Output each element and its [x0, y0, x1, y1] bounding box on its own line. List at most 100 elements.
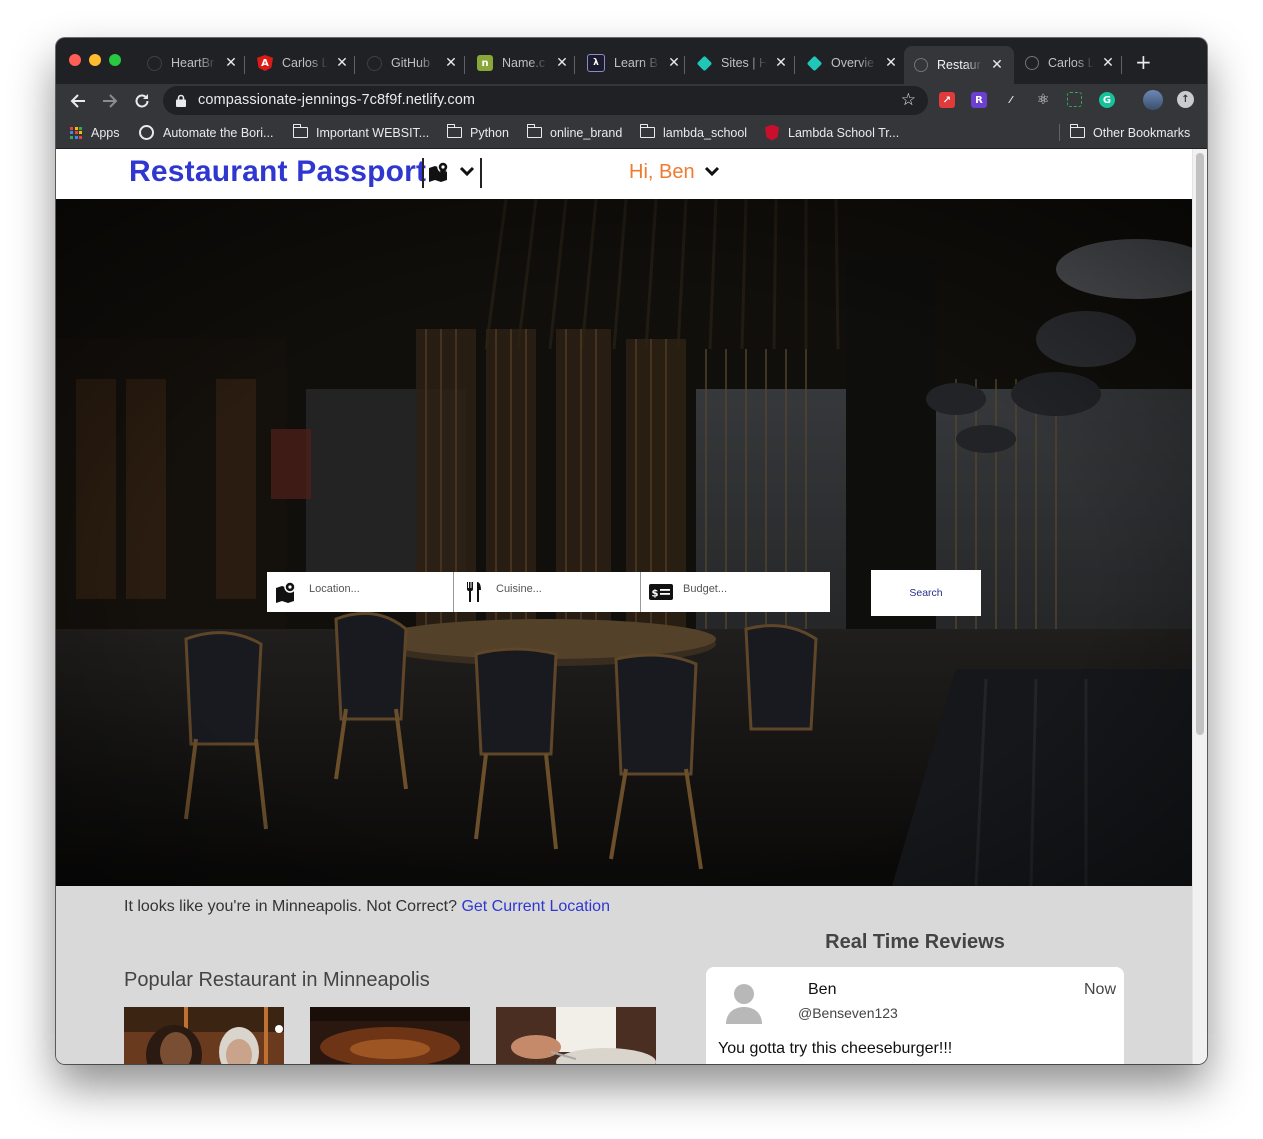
chevron-down-icon[interactable]	[704, 166, 720, 177]
tab-separator	[244, 56, 245, 74]
cuisine-field[interactable]	[454, 572, 641, 612]
folder-icon	[526, 124, 542, 138]
reload-icon[interactable]	[133, 92, 151, 110]
tab-separator	[354, 56, 355, 74]
review-card: Ben @Benseven123 Now You gotta try this …	[706, 967, 1124, 1064]
location-input[interactable]	[309, 583, 444, 595]
address-bar[interactable]: compassionate-jennings-7c8f9f.netlify.co…	[163, 86, 928, 115]
review-time: Now	[1083, 981, 1116, 998]
tab[interactable]: Overvie ✕	[799, 48, 901, 78]
reviewer-handle: @Benseven123	[798, 1005, 898, 1021]
location-field[interactable]	[267, 572, 454, 612]
folder-icon	[1069, 124, 1085, 138]
close-tab-icon[interactable]: ✕	[991, 57, 1003, 73]
bookmark-label: online_brand	[550, 125, 623, 140]
close-tab-icon[interactable]: ✕	[668, 55, 680, 71]
bookmark-folder-important[interactable]: Important WEBSIT...	[292, 117, 430, 148]
r-extension-icon[interactable]: R	[971, 92, 987, 108]
close-tab-icon[interactable]: ✕	[885, 55, 897, 71]
name-icon: n	[477, 55, 493, 71]
globe-icon	[914, 58, 928, 72]
restaurant-card[interactable]	[124, 1007, 284, 1064]
restaurant-card[interactable]	[310, 1007, 470, 1064]
money-check-icon: $	[649, 584, 673, 600]
location-notice-text: It looks like you're in Minneapolis. Not…	[124, 898, 457, 915]
url-text: compassionate-jennings-7c8f9f.netlify.co…	[198, 92, 476, 108]
close-tab-icon[interactable]: ✕	[336, 55, 348, 71]
forward-icon[interactable]	[101, 92, 119, 110]
lambda-icon: λ	[587, 54, 605, 72]
close-window-button[interactable]	[69, 54, 81, 66]
tab-title: Sites | H	[721, 56, 767, 70]
github-icon	[147, 55, 162, 71]
tab-separator	[1121, 56, 1122, 74]
tab[interactable]: n Name.c ✕	[469, 48, 571, 78]
bookmark-folder-online-brand[interactable]: online_brand	[526, 117, 623, 148]
tab-separator	[464, 56, 465, 74]
map-marker-icon	[276, 581, 296, 603]
budget-field[interactable]: $	[641, 572, 830, 612]
tab-strip: HeartBr ✕ A Carlos L ✕ GitHub ✕ n Name.c…	[56, 38, 1207, 84]
close-tab-icon[interactable]: ✕	[556, 55, 568, 71]
tab-separator	[794, 56, 795, 74]
update-icon[interactable]: ↑	[1177, 91, 1194, 108]
tab[interactable]: λ Learn B ✕	[579, 48, 681, 78]
reviews-heading: Real Time Reviews	[825, 931, 1005, 953]
map-menu-toggle[interactable]	[422, 158, 482, 188]
bookmark-lambda-school-tr[interactable]: Lambda School Tr...	[765, 117, 899, 148]
pen-extension-icon[interactable]: ⁄	[1003, 92, 1019, 108]
restaurant-photo	[496, 1007, 656, 1064]
profile-avatar-icon[interactable]	[1143, 90, 1163, 110]
tab[interactable]: Sites | H ✕	[689, 48, 791, 78]
hero-section: $ Search	[56, 199, 1192, 886]
budget-input[interactable]	[683, 583, 818, 595]
bookmark-label: Apps	[91, 125, 120, 140]
close-tab-icon[interactable]: ✕	[445, 55, 457, 71]
restaurant-photo	[124, 1007, 284, 1064]
app-navbar: Restaurant Passport Hi, Ben	[56, 149, 1192, 199]
github-icon	[367, 55, 382, 71]
restaurant-card[interactable]	[496, 1007, 656, 1064]
minimize-window-button[interactable]	[89, 54, 101, 66]
get-current-location-link[interactable]: Get Current Location	[461, 898, 610, 915]
cuisine-input[interactable]	[496, 583, 631, 595]
bookmark-label: Python	[470, 125, 509, 140]
bookmark-apps[interactable]: Apps	[70, 117, 120, 148]
page-scrollbar[interactable]	[1192, 149, 1207, 1064]
page-viewport: Restaurant Passport Hi, Ben Location... …	[56, 149, 1207, 1064]
folder-icon	[446, 124, 462, 138]
maximize-window-button[interactable]	[109, 54, 121, 66]
search-button[interactable]: Search	[871, 570, 981, 616]
close-tab-icon[interactable]: ✕	[775, 55, 787, 71]
tab[interactable]: HeartBr ✕	[139, 48, 241, 78]
tab-title: Learn B	[614, 56, 658, 70]
netlify-diamond-icon	[696, 55, 713, 71]
browser-toolbar: compassionate-jennings-7c8f9f.netlify.co…	[56, 84, 1207, 117]
tab-title: Overvie	[831, 56, 875, 70]
close-tab-icon[interactable]: ✕	[1102, 55, 1114, 71]
browser-window: HeartBr ✕ A Carlos L ✕ GitHub ✕ n Name.c…	[56, 38, 1207, 1064]
bookmark-folder-python[interactable]: Python	[446, 117, 509, 148]
bookmark-automate[interactable]: Automate the Bori...	[139, 117, 273, 148]
other-bookmarks[interactable]: Other Bookmarks	[1069, 117, 1190, 148]
back-icon[interactable]	[69, 92, 87, 110]
bookmark-folder-lambda-school[interactable]: lambda_school	[639, 117, 747, 148]
tab-active[interactable]: Restaur ✕	[904, 46, 1014, 84]
scrollbar-thumb[interactable]	[1196, 153, 1204, 735]
tab[interactable]: A Carlos L ✕	[249, 48, 351, 78]
star-icon[interactable]: ☆	[901, 90, 916, 110]
grammarly-icon[interactable]: G	[1099, 92, 1115, 108]
bookmark-label: Automate the Bori...	[163, 125, 274, 140]
bookmark-label: Important WEBSIT...	[316, 125, 430, 140]
tab[interactable]: GitHub ✕	[359, 48, 461, 78]
react-extension-icon[interactable]: ⚛	[1035, 92, 1051, 108]
new-tab-button[interactable]: +	[1135, 50, 1152, 74]
close-tab-icon[interactable]: ✕	[225, 55, 237, 71]
tab-title: GitHub	[391, 56, 430, 70]
brand-title[interactable]: Restaurant Passport	[129, 155, 426, 189]
arrow-extension-icon[interactable]: ↗	[939, 92, 955, 108]
tab[interactable]: Carlos L ✕	[1017, 48, 1117, 78]
reviewer-name: Ben	[808, 981, 837, 998]
screenshot-extension-icon[interactable]	[1067, 92, 1082, 107]
user-greeting[interactable]: Hi, Ben	[629, 161, 695, 184]
